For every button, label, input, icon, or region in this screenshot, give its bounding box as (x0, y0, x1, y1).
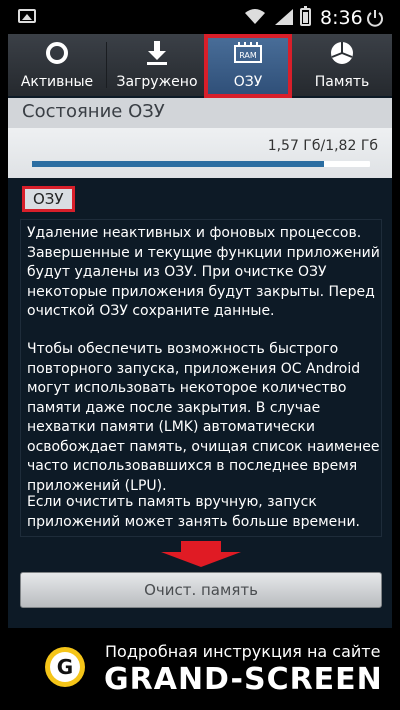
svg-text:G: G (57, 655, 73, 679)
wifi-icon (245, 9, 265, 24)
power-icon (367, 10, 383, 27)
battery-icon (300, 6, 311, 26)
tab-active[interactable]: Активные (8, 34, 106, 96)
ram-usage-bar (32, 161, 370, 167)
ram-usage-value: 1,57 Гб/1,82 Гб (267, 138, 378, 154)
banner-caption: Подробная инструкция на сайте (105, 642, 381, 661)
tab-label: Загружено (116, 74, 198, 90)
signal-icon (275, 9, 293, 25)
tab-label: Активные (20, 74, 94, 90)
ram-tab-highlight (204, 34, 292, 98)
ram-usage-fill (32, 161, 324, 167)
gallery-notification-icon (18, 9, 36, 23)
arrow-down-icon (161, 541, 241, 567)
tab-storage[interactable]: Память (292, 34, 392, 96)
tab-label: Память (314, 74, 370, 90)
storage-pie-icon (331, 42, 353, 64)
tab-downloaded[interactable]: Загружено (107, 34, 207, 96)
download-icon (147, 41, 167, 65)
clear-memory-button[interactable]: Очист. память (20, 572, 382, 608)
grand-screen-logo: G (45, 647, 85, 687)
description-paragraph-2: Чтобы обеспечить возможность быстрого по… (27, 341, 380, 494)
ram-usage-panel: 1,57 Гб/1,82 Гб (8, 128, 392, 178)
ram-section-label: ОЗУ (22, 186, 75, 212)
section-label-text: ОЗУ (33, 190, 64, 208)
description-paragraph-3: Если очистить память вручную, запуск при… (27, 494, 360, 530)
ram-status-header: Состояние ОЗУ (8, 98, 392, 128)
description-panel: Удаление неактивных и фоновых процессов.… (20, 219, 382, 537)
description-paragraph-1: Удаление неактивных и фоновых процессов.… (27, 225, 380, 319)
clear-memory-label: Очист. память (144, 581, 258, 599)
ram-status-title: Состояние ОЗУ (22, 101, 165, 122)
phone-screen: 8:36 Активные Загружено RAM ОЗУ Память С… (8, 0, 392, 628)
active-ring-icon (46, 42, 68, 64)
clock: 8:36 (320, 7, 363, 29)
tab-bar: Активные Загружено RAM ОЗУ Память (8, 34, 392, 96)
status-bar: 8:36 (8, 0, 392, 34)
banner-brand: GRAND-SCREEN (104, 662, 383, 697)
